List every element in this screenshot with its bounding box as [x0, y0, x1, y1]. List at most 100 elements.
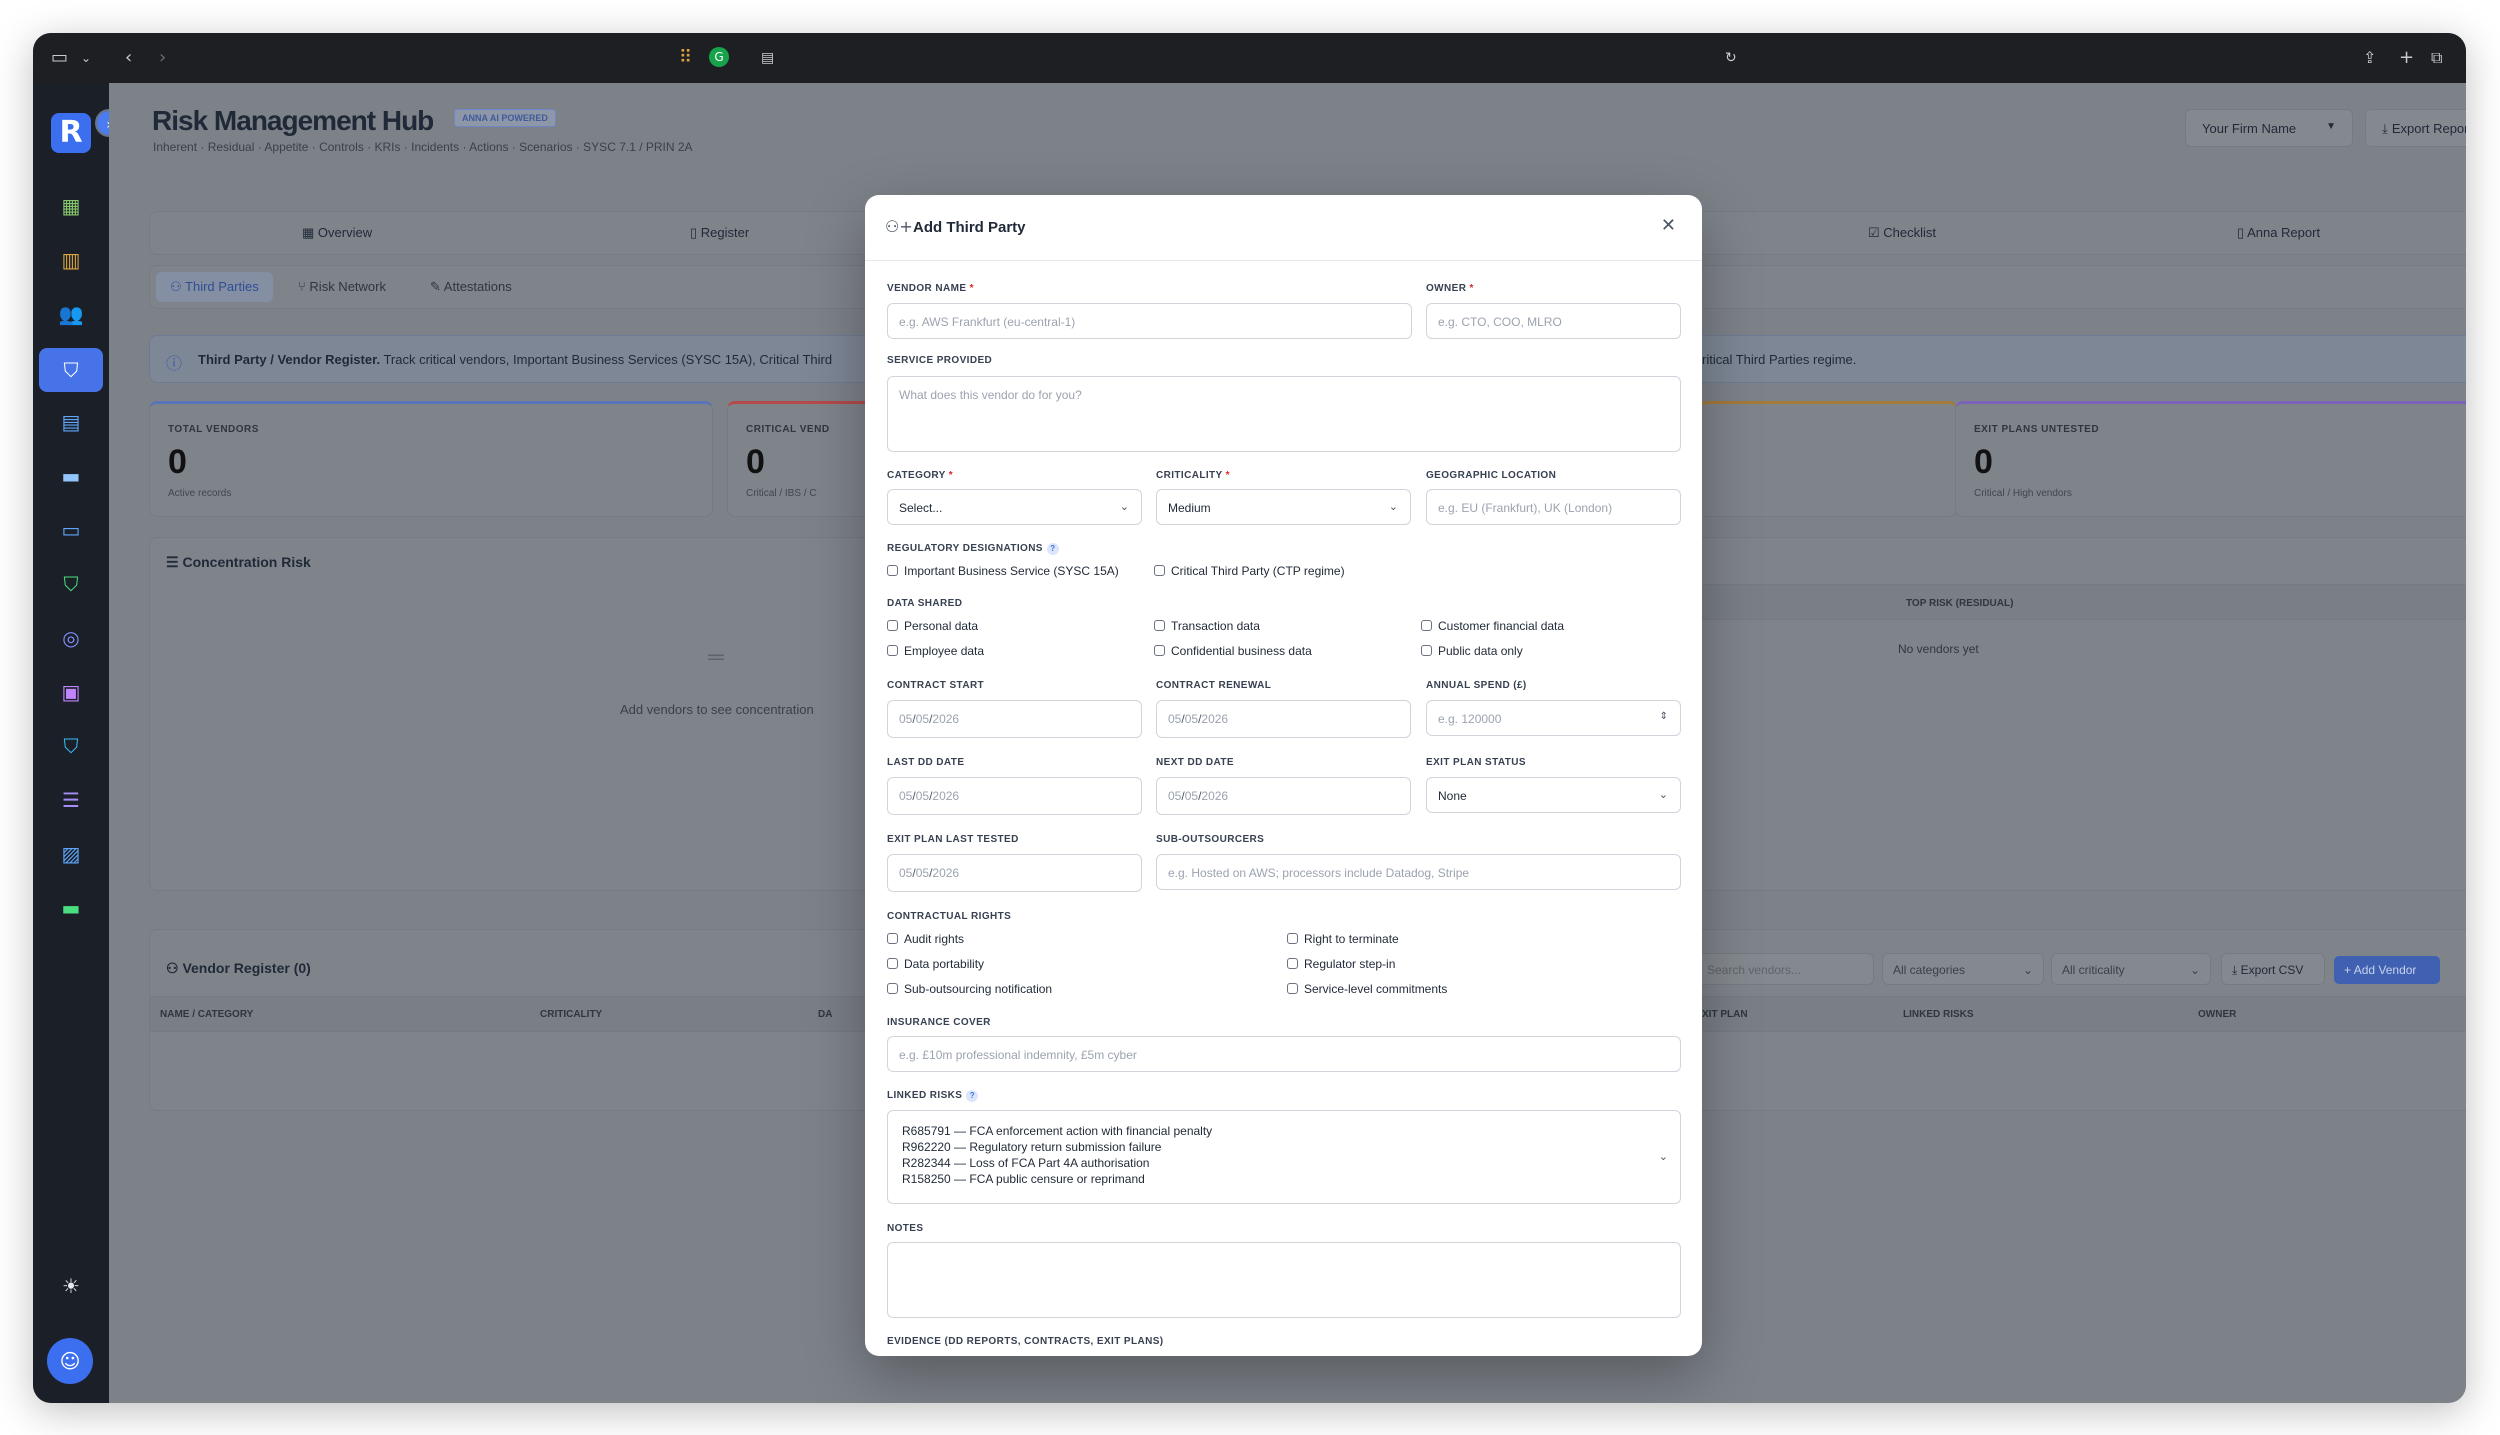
concentration-title: ☰ Concentration Risk — [166, 554, 311, 571]
help-icon[interactable]: ? — [966, 1090, 979, 1102]
user-avatar[interactable]: ☺ — [47, 1338, 93, 1384]
checkbox-label: Audit rights — [904, 932, 965, 946]
export-csv-button[interactable]: ⤓ Export CSV — [2221, 953, 2325, 985]
checkbox-confidential-business-data[interactable]: Confidential business data — [1154, 644, 1312, 658]
notes-textarea[interactable] — [887, 1242, 1681, 1318]
info-text-tail: ritical Third Parties regime. — [1702, 352, 1857, 367]
date-day: 05 — [1184, 712, 1199, 726]
reader-icon[interactable]: ▤ — [761, 46, 774, 70]
exit-plan-status-value: None — [1438, 789, 1467, 803]
export-report-button[interactable]: ⤓ Export Report — [2365, 109, 2466, 147]
checkbox-regulator-step-in[interactable]: Regulator step-in — [1287, 957, 1395, 971]
nav-target-icon[interactable]: ◎ — [52, 619, 90, 657]
forward-icon[interactable]: › — [159, 46, 166, 70]
criticality-select[interactable]: Medium ⌄ — [1156, 489, 1411, 525]
linked-risks-label-text: LINKED RISKS — [887, 1090, 963, 1101]
exit-plan-status-select[interactable]: None ⌄ — [1426, 777, 1681, 813]
geographic-location-input[interactable]: e.g. EU (Frankfurt), UK (London) — [1426, 489, 1681, 525]
back-icon[interactable]: ‹ — [125, 46, 132, 70]
nav-list-icon[interactable]: ☰ — [52, 781, 90, 819]
nav-checklist-icon[interactable]: ▨ — [52, 835, 90, 873]
checkbox-audit-rights[interactable]: Audit rights — [887, 932, 964, 946]
next-dd-date[interactable]: 05/05/2026 — [1156, 777, 1411, 815]
contract-renewal-date[interactable]: 05/05/2026 — [1156, 700, 1411, 738]
checkbox-transaction-data[interactable]: Transaction data — [1154, 619, 1260, 633]
checkbox-service-level-commitments[interactable]: Service-level commitments — [1287, 982, 1447, 996]
checkbox-employee-data[interactable]: Employee data — [887, 644, 984, 658]
checkbox-box — [1154, 620, 1165, 631]
page-subtitle: Inherent · Residual · Appetite · Control… — [153, 140, 693, 154]
tab-register[interactable]: ▯ Register — [690, 225, 749, 241]
contract-start-label: CONTRACT START — [887, 680, 985, 691]
linked-risks-multiselect[interactable]: R685791 — FCA enforcement action with fi… — [887, 1110, 1681, 1204]
nav-monitor-icon[interactable]: ▭ — [52, 511, 90, 549]
theme-toggle-icon[interactable]: ☀ — [52, 1267, 90, 1305]
insurance-cover-input[interactable]: e.g. £10m professional indemnity, £5m cy… — [887, 1036, 1681, 1072]
help-icon[interactable]: ? — [1046, 543, 1059, 555]
subtab-attestations-label: Attestations — [443, 279, 512, 294]
linked-risk-option[interactable]: R685791 — FCA enforcement action with fi… — [902, 1123, 1666, 1139]
nav-calendar-icon[interactable]: ▣ — [52, 673, 90, 711]
service-provided-textarea[interactable]: What does this vendor do for you? — [887, 376, 1681, 452]
grammarly-icon[interactable]: G — [709, 47, 729, 67]
checkbox-right-to-terminate[interactable]: Right to terminate — [1287, 932, 1399, 946]
checkbox-box — [1421, 620, 1432, 631]
chat-button[interactable]: ▢ — [2465, 1373, 2466, 1403]
nav-document-icon[interactable]: ▦ — [52, 187, 90, 225]
tabs-overview-icon[interactable]: ⧉ — [2431, 46, 2442, 70]
sub-outsourcers-input[interactable]: e.g. Hosted on AWS; processors include D… — [1156, 854, 1681, 890]
search-vendors-input[interactable]: Search vendors... — [1696, 953, 1874, 985]
checkbox-data-portability[interactable]: Data portability — [887, 957, 984, 971]
exit-plan-status-label: EXIT PLAN STATUS — [1426, 757, 1526, 768]
vendor-name-input[interactable]: e.g. AWS Frankfurt (eu-central-1) — [887, 303, 1412, 339]
checkbox-personal-data[interactable]: Personal data — [887, 619, 978, 633]
contract-start-date[interactable]: 05/05/2026 — [887, 700, 1142, 738]
linked-risk-option[interactable]: R962220 — Regulatory return submission f… — [902, 1139, 1666, 1155]
sidebar-toggle-icon[interactable]: ▭ — [51, 46, 68, 70]
firm-select[interactable]: Your Firm Name ▼ — [2185, 109, 2353, 147]
chevron-down-icon[interactable]: ⌄ — [81, 46, 91, 70]
subtab-risk-network[interactable]: ⑂ Risk Network — [298, 279, 386, 294]
report-icon: ▯ — [2237, 225, 2248, 240]
linked-risk-option[interactable]: R158250 — FCA public censure or repriman… — [902, 1171, 1666, 1187]
nav-users-icon[interactable]: 👥 — [52, 295, 90, 333]
category-filter[interactable]: All categories ⌄ — [1882, 953, 2044, 985]
tab-anna-report[interactable]: ▯ Anna Report — [2237, 225, 2320, 241]
nav-shield-check-icon[interactable]: ⛉ — [52, 565, 90, 603]
linked-risk-option[interactable]: R282344 — Loss of FCA Part 4A authorisat… — [902, 1155, 1666, 1171]
category-select[interactable]: Select... ⌄ — [887, 489, 1142, 525]
checkbox-public-data-only[interactable]: Public data only — [1421, 644, 1523, 658]
checkbox-box — [887, 958, 898, 969]
stepper-icon[interactable]: ⇕ — [1660, 711, 1668, 722]
app-logo[interactable]: R — [51, 113, 91, 153]
nav-building-icon[interactable]: ▥ — [52, 241, 90, 279]
tab-overview[interactable]: ▦ Overview — [302, 225, 372, 241]
checkbox-critical-third-party[interactable]: Critical Third Party (CTP regime) — [1154, 564, 1345, 578]
reload-icon[interactable]: ↻ — [1725, 46, 1737, 70]
nav-news-icon[interactable]: ▬ — [52, 457, 90, 495]
required-marker: * — [948, 470, 954, 481]
subtab-third-parties[interactable]: ⚇ Third Parties — [156, 272, 273, 302]
add-vendor-button[interactable]: + Add Vendor — [2334, 956, 2440, 984]
apps-grid-icon[interactable]: ⠿ — [679, 46, 692, 70]
criticality-filter[interactable]: All criticality ⌄ — [2051, 953, 2211, 985]
new-tab-icon[interactable]: + — [2399, 46, 2414, 70]
checkbox-label: Right to terminate — [1304, 932, 1399, 946]
exit-plan-last-tested-date[interactable]: 05/05/2026 — [887, 854, 1142, 892]
tab-checklist[interactable]: ☑ Checklist — [1868, 225, 1936, 241]
owner-input[interactable]: e.g. CTO, COO, MLRO — [1426, 303, 1681, 339]
nav-lock-icon[interactable]: ⛉ — [52, 727, 90, 765]
nav-shield-icon[interactable]: ⛉ — [39, 348, 103, 392]
nav-chart-icon[interactable]: ▤ — [52, 403, 90, 441]
annual-spend-input[interactable]: e.g. 120000 ⇕ — [1426, 700, 1681, 736]
checkbox-important-business-service[interactable]: Important Business Service (SYSC 15A) — [887, 564, 1119, 578]
checkbox-customer-financial-data[interactable]: Customer financial data — [1421, 619, 1564, 633]
nav-message-icon[interactable]: ▬ — [52, 889, 90, 927]
stat-label: CRITICAL VEND — [746, 424, 830, 435]
last-dd-date[interactable]: 05/05/2026 — [887, 777, 1142, 815]
subtab-attestations[interactable]: ✎ Attestations — [430, 279, 512, 295]
close-icon[interactable]: ✕ — [1661, 215, 1676, 236]
share-icon[interactable]: ⇪ — [2363, 46, 2376, 70]
tab-register-label: Register — [700, 225, 750, 240]
checkbox-sub-outsourcing-notification[interactable]: Sub-outsourcing notification — [887, 982, 1052, 996]
